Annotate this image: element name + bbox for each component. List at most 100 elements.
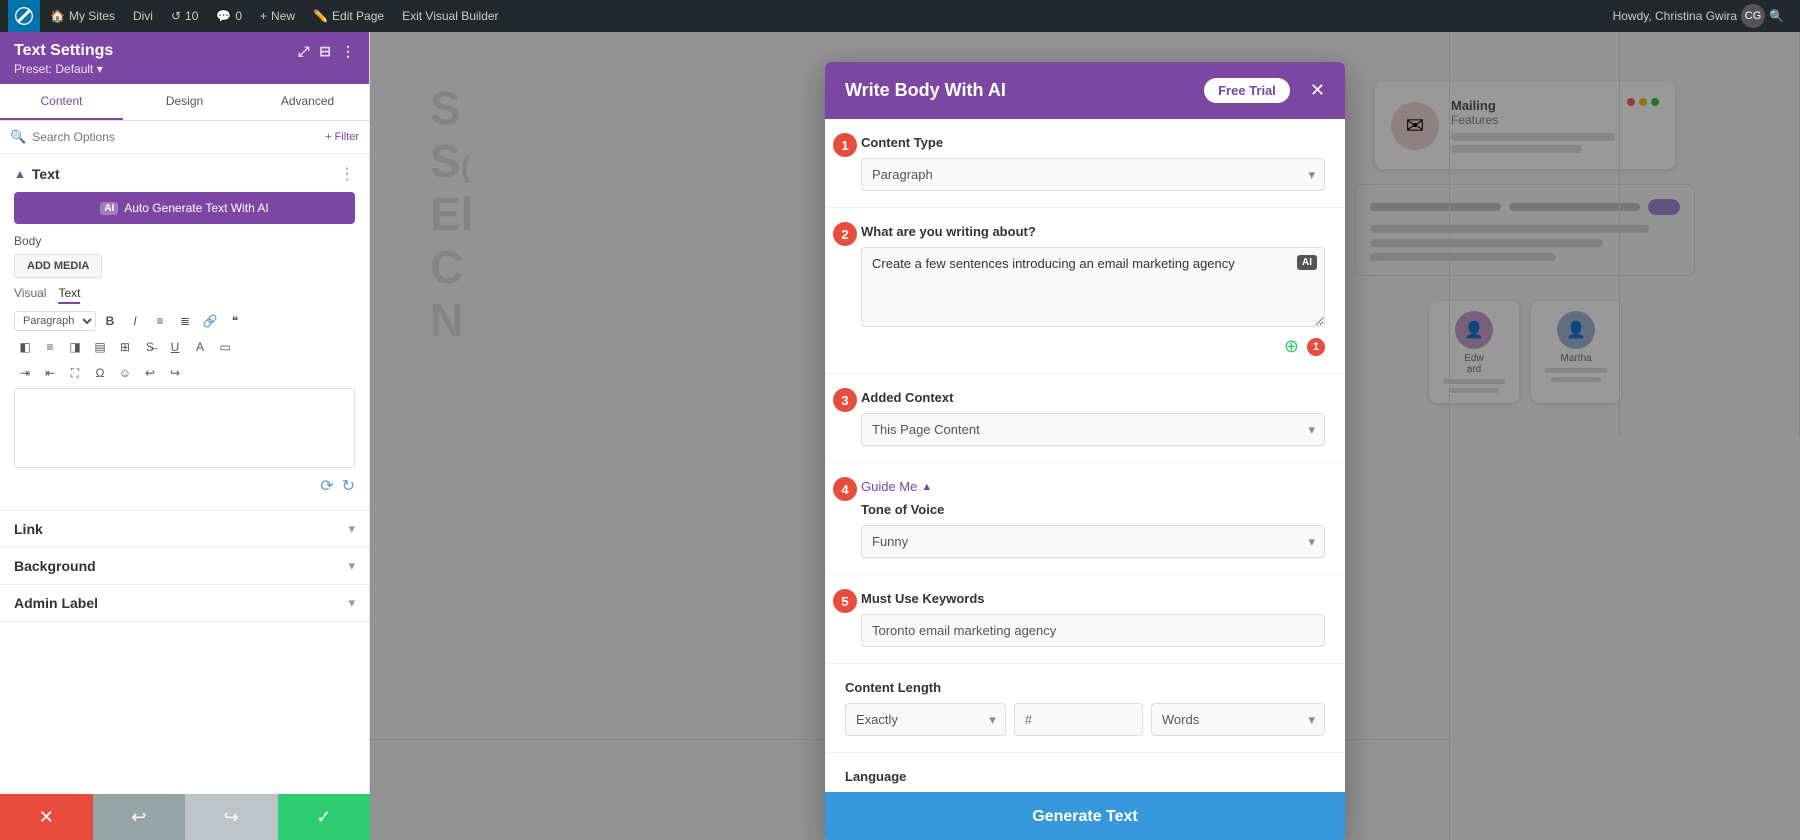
admin-label-section-header[interactable]: Admin Label ▾ [14, 595, 355, 611]
refresh-icon[interactable]: ⟳ [320, 476, 333, 496]
tone-of-voice-select[interactable]: Funny Professional Casual Formal Inspira… [861, 525, 1325, 558]
more-button[interactable]: ▭ [214, 336, 236, 358]
tone-of-voice-wrapper: Funny Professional Casual Formal Inspira… [861, 525, 1325, 558]
link-section-header[interactable]: Link ▾ [14, 521, 355, 537]
tab-content[interactable]: Content [0, 84, 123, 120]
howdy-label: Howdy, Christina Gwira CG 🔍 [1605, 4, 1792, 28]
section-chevron-icon: ▲ [14, 167, 26, 181]
bold-button[interactable]: B [99, 310, 121, 332]
guide-me-link[interactable]: Guide Me ▲ [861, 479, 1325, 494]
add-media-button[interactable]: ADD MEDIA [14, 254, 102, 278]
justify-button[interactable]: ▤ [89, 336, 111, 358]
italic-button[interactable]: I [124, 310, 146, 332]
emoji-button[interactable]: ☺ [114, 362, 136, 384]
strikethrough-button[interactable]: S̶ [139, 336, 161, 358]
step-3-label: Added Context [861, 390, 1325, 405]
align-right-button[interactable]: ◨ [64, 336, 86, 358]
link-button[interactable]: 🔗 [199, 310, 221, 332]
search-input[interactable] [32, 130, 319, 144]
undo-button[interactable]: ↩ [93, 794, 186, 840]
error-badge: 1 [1307, 338, 1325, 356]
step-4-label: Tone of Voice [861, 502, 1325, 517]
exactly-select[interactable]: Exactly At Least At Most Between [845, 703, 1006, 736]
comments-btn[interactable]: 💬 0 [208, 0, 250, 32]
text-section-header[interactable]: ▲ Text ⋮ [14, 164, 355, 184]
save-button[interactable]: ✓ [278, 794, 371, 840]
words-select[interactable]: Words Sentences Paragraphs [1151, 703, 1325, 736]
guide-arrow-icon: ▲ [921, 481, 932, 493]
added-context-wrapper: This Page Content None Custom [861, 413, 1325, 446]
exit-builder-btn[interactable]: Exit Visual Builder [394, 0, 507, 32]
modal-header: Write Body With AI Free Trial ✕ [825, 62, 1345, 119]
textarea-footer: ⊕ 1 [861, 336, 1325, 357]
align-center-button[interactable]: ≡ [39, 336, 61, 358]
history-btn[interactable]: ↺ 10 [163, 0, 206, 32]
table-button[interactable]: ⊞ [114, 336, 136, 358]
underline-button[interactable]: U [164, 336, 186, 358]
add-icon[interactable]: ⊕ [1284, 336, 1299, 357]
outdent-button[interactable]: ⇤ [39, 362, 61, 384]
cancel-button[interactable]: ✕ [0, 794, 93, 840]
modal-close-button[interactable]: ✕ [1310, 80, 1325, 101]
content-length-label: Content Length [845, 680, 1325, 695]
special-char-button[interactable]: Ω [89, 362, 111, 384]
unordered-list-button[interactable]: ≡ [149, 310, 171, 332]
text-section-title: Text [32, 166, 60, 182]
panel-tabs: Content Design Advanced [0, 84, 369, 121]
my-sites-menu[interactable]: 🏠 My Sites [42, 0, 123, 32]
wp-logo[interactable] [8, 0, 40, 32]
exactly-select-wrapper: Exactly At Least At Most Between [845, 703, 1006, 736]
free-trial-button[interactable]: Free Trial [1204, 78, 1290, 103]
panel-more-icon[interactable]: ⋮ [341, 43, 355, 60]
step-5-badge: 5 [833, 589, 857, 613]
content-type-wrapper: Paragraph Heading List Custom [861, 158, 1325, 191]
tab-design[interactable]: Design [123, 84, 246, 120]
panel-resize-icon[interactable]: ⤢ [298, 43, 309, 60]
step-4-section: 4 Guide Me ▲ Tone of Voice Funny Profess… [825, 463, 1345, 575]
panel-columns-icon[interactable]: ⊟ [319, 43, 331, 60]
search-icon[interactable]: 🔍 [1769, 9, 1784, 23]
color-button[interactable]: A [189, 336, 211, 358]
new-btn[interactable]: + New [252, 0, 303, 32]
editor-toolbar-row1: Paragraph B I ≡ ≣ 🔗 ❝ [14, 310, 355, 332]
indent-button[interactable]: ⇥ [14, 362, 36, 384]
modal-body: 1 Content Type Paragraph Heading List Cu… [825, 119, 1345, 792]
search-icon: 🔍 [10, 129, 26, 145]
ordered-list-button[interactable]: ≣ [174, 310, 196, 332]
panel-header: Text Settings ⤢ ⊟ ⋮ Preset: Default ▾ [0, 32, 369, 84]
generate-text-button[interactable]: Generate Text [825, 792, 1345, 840]
added-context-select[interactable]: This Page Content None Custom [861, 413, 1325, 446]
gen-icons: ⟳ ↻ [14, 476, 355, 496]
keywords-input[interactable] [861, 614, 1325, 647]
content-length-controls: Exactly At Least At Most Between Words S… [845, 703, 1325, 736]
redo-button[interactable]: ↪ [185, 794, 278, 840]
redo-button[interactable]: ↪ [164, 362, 186, 384]
editor-tab-visual[interactable]: Visual [14, 286, 46, 304]
content-type-select[interactable]: Paragraph Heading List Custom [861, 158, 1325, 191]
auto-generate-ai-button[interactable]: AI Auto Generate Text With AI [14, 192, 355, 224]
step-1-badge: 1 [833, 133, 857, 157]
paragraph-select[interactable]: Paragraph [14, 311, 96, 331]
editor-tab-text[interactable]: Text [58, 286, 80, 304]
edit-page-btn[interactable]: ✏️ Edit Page [305, 0, 392, 32]
ai-badge: AI [1297, 255, 1317, 270]
background-chevron-icon: ▾ [348, 558, 355, 574]
cycle-icon[interactable]: ↻ [342, 476, 355, 496]
background-section-header[interactable]: Background ▾ [14, 558, 355, 574]
link-section: Link ▾ [0, 511, 369, 548]
editor-area[interactable] [14, 388, 355, 468]
panel-preset[interactable]: Preset: Default ▾ [14, 62, 355, 76]
modal-title: Write Body With AI [845, 80, 1006, 101]
tab-advanced[interactable]: Advanced [246, 84, 369, 120]
undo-button[interactable]: ↩ [139, 362, 161, 384]
section-options-icon[interactable]: ⋮ [339, 164, 355, 184]
step-1-label: Content Type [861, 135, 1325, 150]
filter-button[interactable]: + Filter [325, 131, 359, 143]
number-input[interactable] [1014, 703, 1143, 736]
writing-about-textarea[interactable]: Create a few sentences introducing an em… [861, 247, 1325, 327]
fullscreen-button[interactable]: ⛶ [64, 362, 86, 384]
step-5-section: 5 Must Use Keywords [825, 575, 1345, 664]
blockquote-button[interactable]: ❝ [224, 310, 246, 332]
divi-menu[interactable]: Divi [125, 0, 161, 32]
align-left-button[interactable]: ◧ [14, 336, 36, 358]
